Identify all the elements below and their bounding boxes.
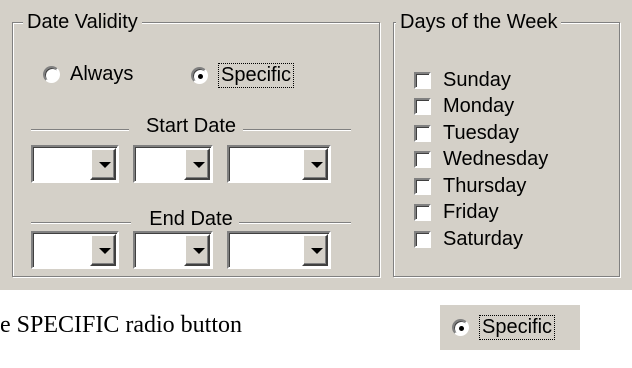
checkbox-monday[interactable]: Monday <box>414 94 548 121</box>
checkbox-tuesday[interactable]: Tuesday <box>414 120 548 147</box>
caption-text: e SPECIFIC radio button <box>0 312 243 338</box>
start-day-dropdown-button[interactable] <box>184 148 210 180</box>
checkbox-box <box>414 230 431 248</box>
radio-specific[interactable]: Specific <box>191 63 295 88</box>
specific-radio-zoom: Specific <box>440 305 580 350</box>
checkbox-box <box>414 98 431 116</box>
checkbox-box <box>414 71 431 89</box>
checkbox-thursday[interactable]: Thursday <box>414 173 548 200</box>
zoom-radio-dot <box>459 326 464 331</box>
start-year-combo[interactable] <box>227 145 331 183</box>
checkbox-label: Monday <box>443 95 515 118</box>
zoom-radio-specific: Specific <box>452 315 556 340</box>
start-month-combo[interactable] <box>31 145 119 183</box>
checkbox-label: Thursday <box>443 174 527 197</box>
start-date-label: Start Date <box>145 115 237 137</box>
radio-specific-label: Specific <box>218 63 295 88</box>
radio-always-circle <box>43 66 60 83</box>
end-year-combo[interactable] <box>227 231 331 269</box>
dropdown-arrow-icon <box>193 248 205 254</box>
checkbox-saturday[interactable]: Saturday <box>414 226 548 253</box>
start-date-rule-right <box>243 129 351 131</box>
date-validity-group: Date Validity Always Specific Start Date <box>12 10 380 277</box>
radio-always-label: Always <box>70 63 134 85</box>
checkbox-sunday[interactable]: Sunday <box>414 67 548 94</box>
start-day-combo[interactable] <box>133 145 213 183</box>
checkbox-friday[interactable]: Friday <box>414 200 548 227</box>
checkbox-box <box>414 204 431 222</box>
zoom-radio-circle <box>452 319 469 336</box>
checkbox-label: Saturday <box>443 227 524 250</box>
checkbox-label: Wednesday <box>443 148 549 171</box>
zoom-radio-label: Specific <box>479 315 556 340</box>
end-day-combo[interactable] <box>133 231 213 269</box>
radio-always[interactable]: Always <box>43 63 133 86</box>
end-year-dropdown-button[interactable] <box>302 234 328 266</box>
radio-specific-circle <box>191 67 208 84</box>
dropdown-arrow-icon <box>311 248 323 254</box>
checkbox-wednesday[interactable]: Wednesday <box>414 147 548 174</box>
end-date-label: End Date <box>149 208 233 230</box>
end-month-dropdown-button[interactable] <box>90 234 116 266</box>
radio-selected-dot <box>198 74 203 79</box>
start-month-dropdown-button[interactable] <box>90 148 116 180</box>
dropdown-arrow-icon <box>193 162 205 168</box>
checkbox-label: Sunday <box>443 68 511 91</box>
checkbox-box <box>414 124 431 142</box>
start-year-dropdown-button[interactable] <box>302 148 328 180</box>
end-date-rule-right <box>239 222 351 224</box>
dropdown-arrow-icon <box>99 162 111 168</box>
dialog-panel: Date Validity Always Specific Start Date <box>0 0 632 290</box>
dropdown-arrow-icon <box>311 162 323 168</box>
checkbox-box <box>414 151 431 169</box>
date-validity-title: Date Validity <box>23 10 142 34</box>
days-of-week-group: Days of the Week Sunday Monday Tuesday W… <box>393 10 620 277</box>
end-month-combo[interactable] <box>31 231 119 269</box>
checkbox-label: Friday <box>443 201 499 224</box>
checkbox-box <box>414 177 431 195</box>
end-day-dropdown-button[interactable] <box>184 234 210 266</box>
checkbox-label: Tuesday <box>443 121 519 144</box>
dropdown-arrow-icon <box>99 248 111 254</box>
days-checkbox-list: Sunday Monday Tuesday Wednesday Thursday… <box>414 67 548 253</box>
days-of-week-title: Days of the Week <box>396 10 562 34</box>
